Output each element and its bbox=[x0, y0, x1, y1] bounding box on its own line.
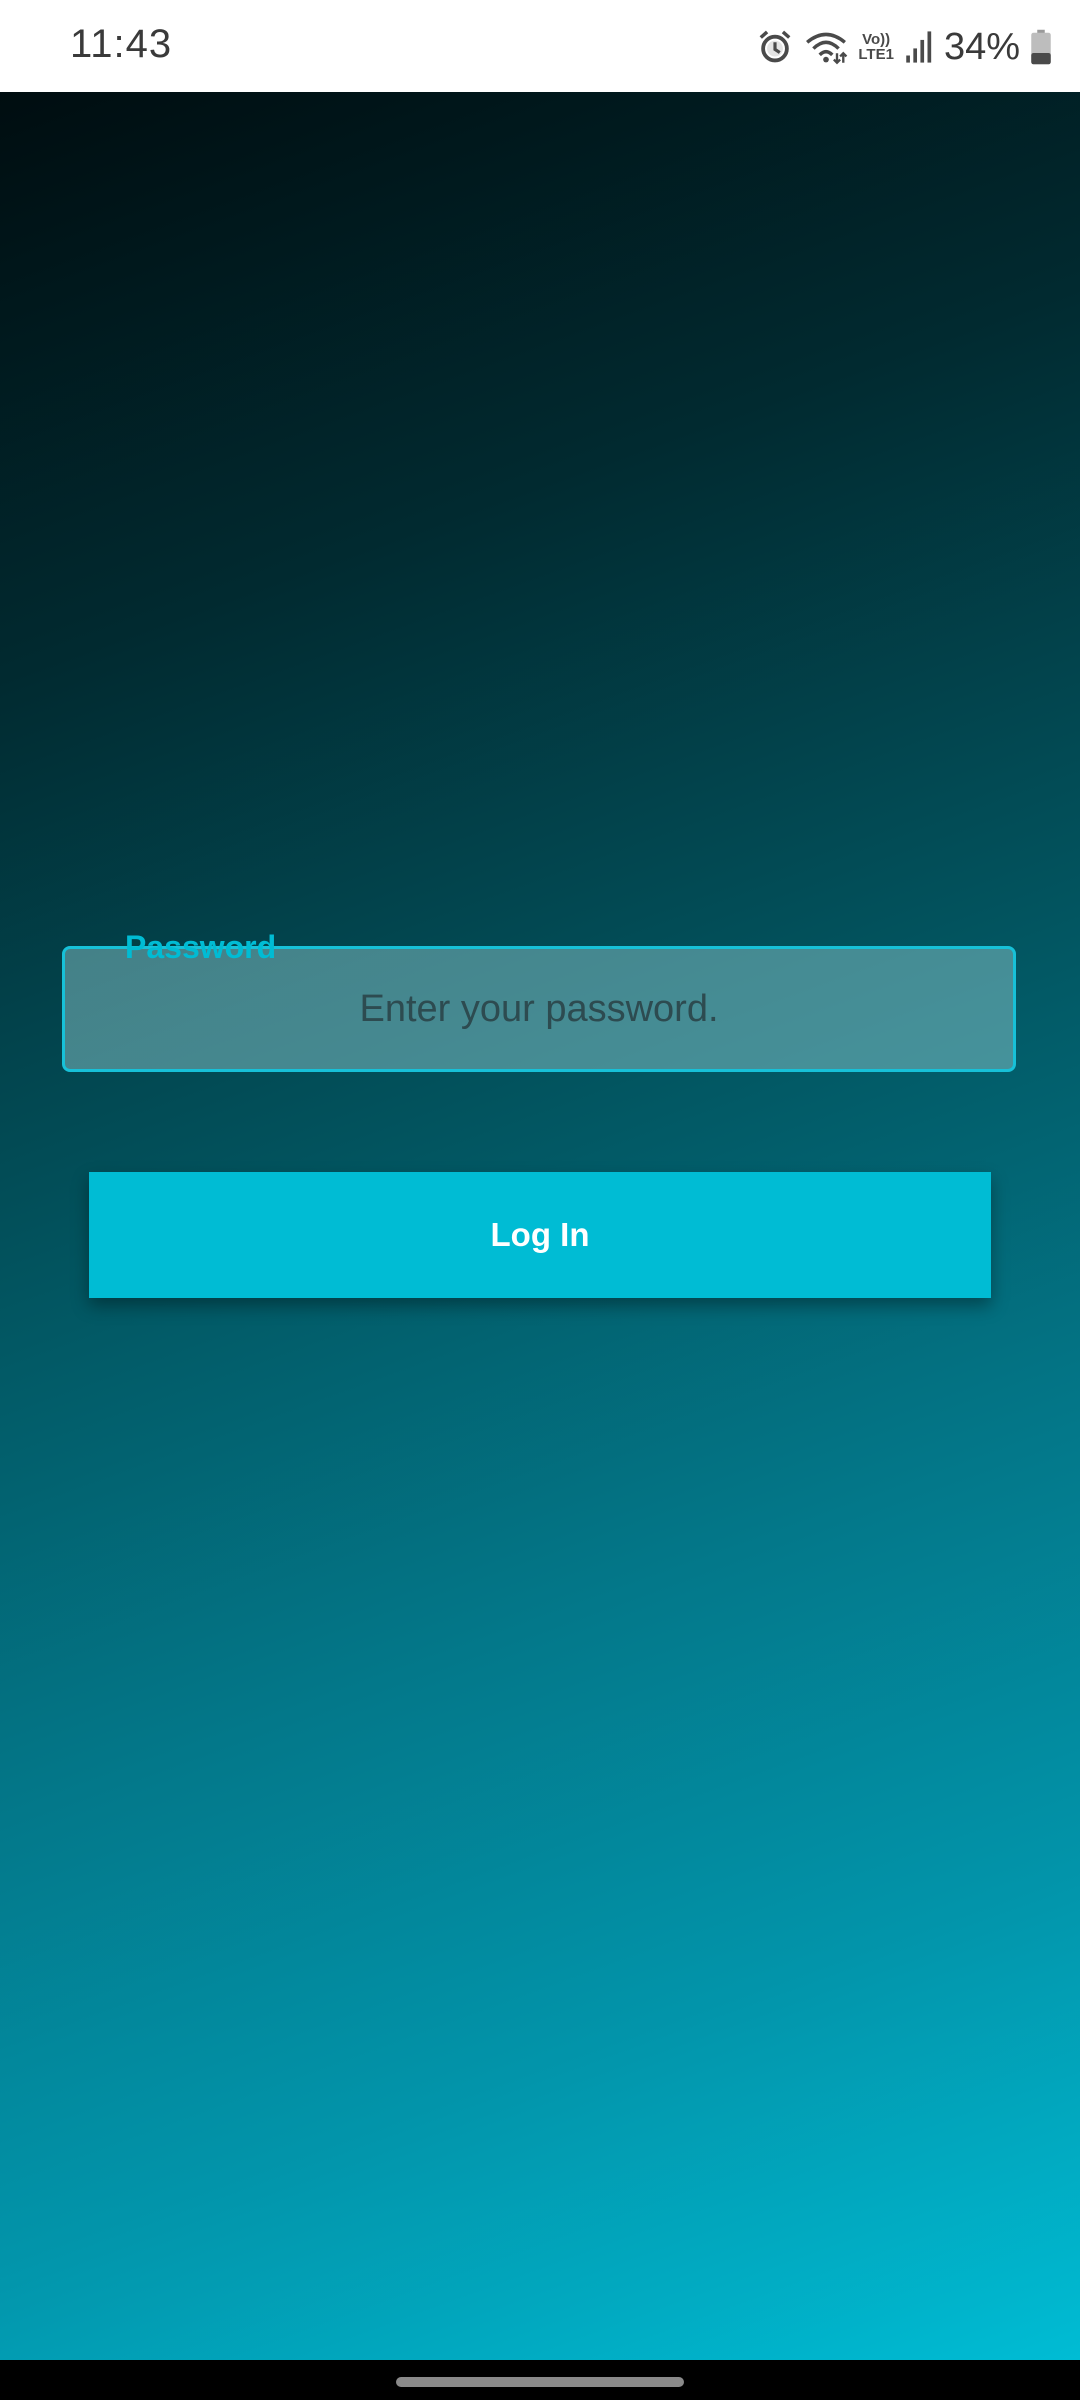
home-handle[interactable] bbox=[396, 2377, 684, 2387]
volte-icon: Vo)) LTE1 bbox=[858, 32, 894, 62]
signal-icon bbox=[904, 30, 934, 64]
alarm-icon bbox=[756, 28, 794, 66]
password-input[interactable] bbox=[65, 949, 1013, 1069]
login-button-label: Log In bbox=[490, 1216, 590, 1253]
wifi-icon bbox=[804, 28, 848, 66]
status-time: 11:43 bbox=[70, 22, 173, 66]
navigation-bar bbox=[0, 2360, 1080, 2400]
login-button[interactable]: Log In bbox=[89, 1172, 991, 1298]
password-field[interactable]: Password bbox=[62, 929, 1016, 1072]
password-label: Password bbox=[125, 929, 277, 965]
status-bar: 11:43 Vo)) LTE1 34% bbox=[0, 0, 1080, 92]
screen: 11:43 Vo)) LTE1 34% Password Log In bbox=[0, 0, 1080, 2400]
battery-percent: 34% bbox=[943, 25, 1020, 68]
battery-icon bbox=[1030, 29, 1052, 65]
volte-bottom-text: LTE1 bbox=[858, 46, 894, 63]
status-icons: Vo)) LTE1 34% bbox=[756, 22, 1052, 72]
